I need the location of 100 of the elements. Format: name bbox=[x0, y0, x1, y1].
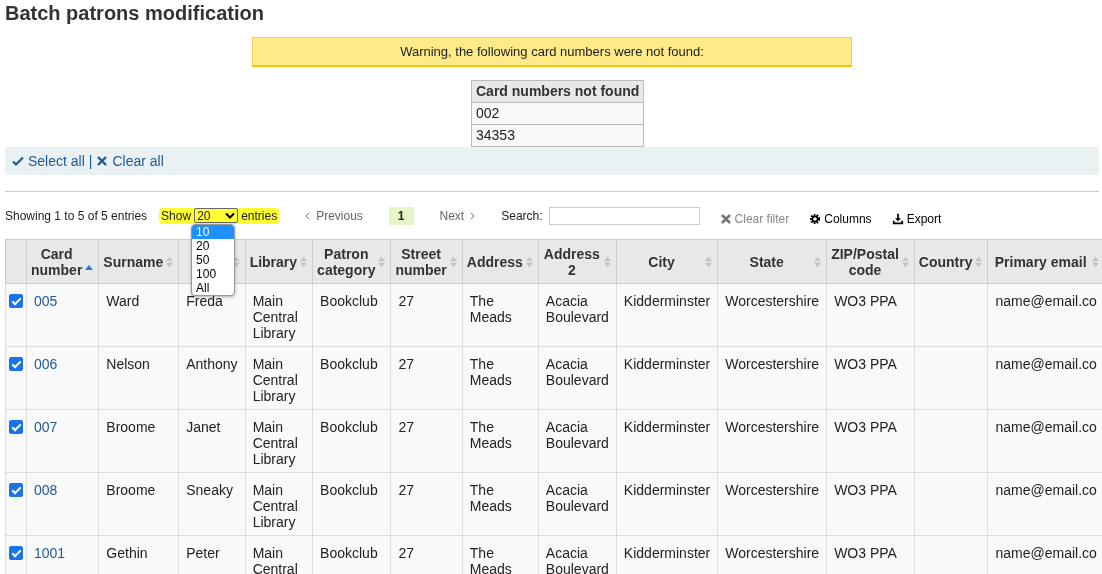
row-checkbox[interactable] bbox=[9, 483, 23, 497]
table-cell: Main Central Library bbox=[252, 356, 298, 404]
sort-icon[interactable] bbox=[377, 255, 387, 268]
table-cell: Anthony bbox=[186, 356, 238, 372]
table-cell: name@email.co bbox=[995, 293, 1097, 309]
row-checkbox[interactable] bbox=[9, 357, 23, 371]
table-cell: The Meads bbox=[469, 293, 512, 325]
sort-icon[interactable] bbox=[704, 255, 714, 268]
gear-icon bbox=[809, 212, 822, 225]
table-cell: Kidderminster bbox=[623, 356, 711, 372]
table-cell: WO3 PPA bbox=[834, 356, 897, 372]
row-checkbox[interactable] bbox=[9, 294, 23, 308]
table-cell: 27 bbox=[398, 482, 415, 498]
table-cell: Ward bbox=[106, 293, 140, 309]
entries-info: Showing 1 to 5 of 5 entries bbox=[5, 208, 148, 223]
table-cell: Bookclub bbox=[320, 356, 378, 372]
table-cell: name@email.co bbox=[995, 356, 1097, 372]
table-cell: The Meads bbox=[469, 545, 512, 574]
table-cell: Worcestershire bbox=[725, 293, 820, 309]
table-cell: Worcestershire bbox=[725, 419, 820, 435]
sort-ascending-icon[interactable] bbox=[84, 263, 95, 270]
sort-icon[interactable] bbox=[900, 255, 910, 268]
table-cell: Acacia Boulevard bbox=[545, 419, 609, 451]
table-cell: Main Central bbox=[252, 545, 298, 574]
table-cell: Bookclub bbox=[320, 545, 378, 561]
table-cell: The Meads bbox=[469, 482, 512, 514]
row-checkbox[interactable] bbox=[9, 546, 23, 560]
table-cell: Main Central Library bbox=[252, 482, 298, 530]
download-icon bbox=[891, 212, 904, 225]
caret-icon bbox=[225, 212, 236, 219]
table-cell: Kidderminster bbox=[623, 482, 711, 498]
table-cell: The Meads bbox=[469, 356, 512, 388]
page-title: Batch patrons modification bbox=[4, 1, 265, 25]
dropdown-option[interactable]: 100 bbox=[192, 266, 235, 281]
table-cell: WO3 PPA bbox=[834, 482, 897, 498]
table-cell: Peter bbox=[186, 545, 220, 561]
page-size-select[interactable]: 20 bbox=[194, 208, 239, 223]
table-cell: 27 bbox=[398, 419, 415, 435]
current-page[interactable]: 1 bbox=[388, 206, 414, 225]
table-cell: Kidderminster bbox=[623, 545, 711, 561]
table-cell: Acacia Boulevard bbox=[545, 293, 609, 325]
table-cell: 006 bbox=[34, 356, 58, 372]
table-cell: name@email.co bbox=[995, 419, 1097, 435]
table-cell: Nelson bbox=[106, 356, 150, 372]
table-cell: Freda bbox=[186, 293, 223, 309]
dropdown-option[interactable]: All bbox=[192, 280, 235, 295]
sort-icon[interactable] bbox=[1090, 255, 1100, 268]
table-cell: name@email.co bbox=[995, 482, 1097, 498]
table-cell: 008 bbox=[34, 482, 58, 498]
search-field[interactable] bbox=[548, 206, 700, 225]
dropdown-option[interactable]: 50 bbox=[192, 252, 235, 267]
sort-icon[interactable] bbox=[974, 255, 984, 268]
sort-icon[interactable] bbox=[299, 255, 309, 268]
table-cell: 005 bbox=[34, 293, 58, 309]
table-cell: Worcestershire bbox=[725, 545, 820, 561]
sort-icon[interactable] bbox=[602, 255, 612, 268]
columns-button[interactable]: Columns bbox=[809, 211, 872, 226]
table-cell: WO3 PPA bbox=[834, 293, 897, 309]
chevron-right-icon bbox=[470, 211, 476, 220]
table-cell: Acacia Boulevard bbox=[545, 356, 609, 388]
table-cell: 27 bbox=[398, 356, 415, 372]
table-cell: Sneaky bbox=[186, 482, 233, 498]
table-cell: Bookclub bbox=[320, 482, 378, 498]
table-cell: name@email.co bbox=[995, 545, 1097, 561]
table-cell: Main Central Library bbox=[252, 419, 298, 467]
table-cell: Bookclub bbox=[320, 419, 378, 435]
sort-icon[interactable] bbox=[165, 255, 175, 268]
previous-link[interactable]: Previous bbox=[305, 208, 363, 223]
export-button[interactable]: Export bbox=[891, 211, 942, 226]
search-label: Search: bbox=[501, 208, 543, 223]
table-cell: 27 bbox=[398, 545, 415, 561]
next-link[interactable]: Next bbox=[439, 208, 476, 223]
warning-message: Warning, the following card numbers were not found: bbox=[252, 37, 852, 67]
sort-icon[interactable] bbox=[813, 255, 823, 268]
table-cell: Acacia Boulevard bbox=[545, 545, 609, 574]
clear-all-link[interactable]: Clear all bbox=[96, 153, 164, 169]
table-cell: 34353 bbox=[471, 124, 644, 147]
table-cell: WO3 PPA bbox=[834, 419, 897, 435]
dropdown-option[interactable]: 20 bbox=[192, 238, 235, 253]
close-icon bbox=[719, 212, 732, 225]
select-all-link[interactable]: Select all bbox=[12, 153, 85, 169]
sort-icon[interactable] bbox=[524, 255, 534, 268]
table-cell: 1001 bbox=[34, 545, 66, 561]
row-checkbox[interactable] bbox=[9, 420, 23, 434]
table-cell: 002 bbox=[471, 102, 644, 125]
table-cell: Kidderminster bbox=[623, 293, 711, 309]
table-header: Card numbers not found bbox=[471, 80, 644, 103]
clear-filter-button[interactable]: Clear filter bbox=[719, 211, 790, 226]
table-cell: Main Central Library bbox=[252, 293, 298, 341]
table-cell: Worcestershire bbox=[725, 356, 820, 372]
table-cell: Worcestershire bbox=[725, 482, 820, 498]
table-cell: Acacia Boulevard bbox=[545, 482, 609, 514]
sort-icon[interactable] bbox=[448, 255, 458, 268]
table-cell: The Meads bbox=[469, 419, 512, 451]
table-cell: Kidderminster bbox=[623, 419, 711, 435]
table-cell: WO3 PPA bbox=[834, 545, 897, 561]
table-cell: Broome bbox=[106, 419, 156, 435]
table-cell: Gethin bbox=[106, 545, 148, 561]
table-cell: 007 bbox=[34, 419, 58, 435]
separator-text: | bbox=[88, 153, 93, 169]
